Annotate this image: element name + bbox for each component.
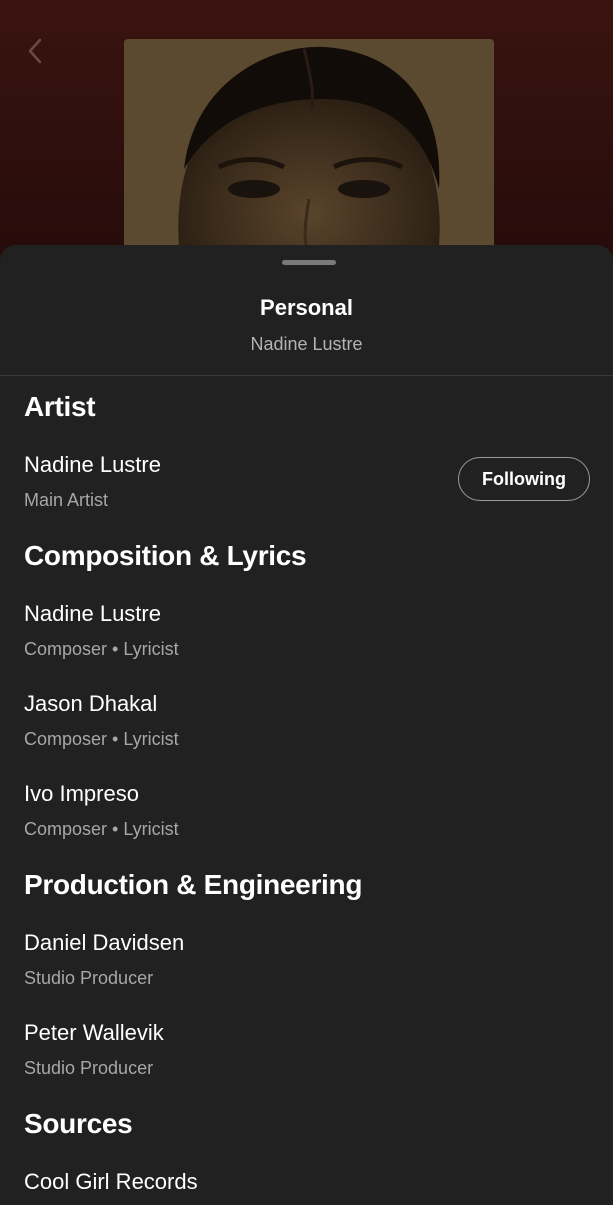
credit-role: Studio Producer [24,968,154,988]
sheet-drag-handle[interactable] [282,260,336,265]
credit-role: Main Artist [24,490,109,510]
following-button[interactable]: Following [458,457,590,501]
sheet-title: Personal [260,295,353,320]
credit-name[interactable]: Jason Dhakal [24,691,157,717]
section-heading-composition: Composition & Lyrics [24,540,307,571]
section-heading-artist: Artist [24,391,96,422]
credits-bottom-sheet: Personal Nadine Lustre Artist Nadine Lus… [0,245,613,1205]
credit-name[interactable]: Nadine Lustre [24,601,161,627]
sheet-subtitle: Nadine Lustre [250,334,363,354]
credit-name[interactable]: Ivo Impreso [24,781,139,807]
chevron-left-icon [28,38,42,64]
credit-name[interactable]: Daniel Davidsen [24,930,184,956]
section-heading-production: Production & Engineering [24,869,363,900]
album-cover-art [124,39,494,279]
credit-role: Studio Producer [24,1058,154,1078]
section-heading-sources: Sources [24,1108,133,1139]
credit-name[interactable]: Peter Wallevik [24,1020,164,1046]
header-divider [0,375,613,376]
credit-name[interactable]: Nadine Lustre [24,452,161,478]
credit-role: Composer • Lyricist [24,819,179,839]
credit-name[interactable]: Cool Girl Records [24,1169,198,1195]
credit-role: Composer • Lyricist [24,639,179,659]
credit-role: Composer • Lyricist [24,729,179,749]
back-button[interactable] [18,34,52,68]
